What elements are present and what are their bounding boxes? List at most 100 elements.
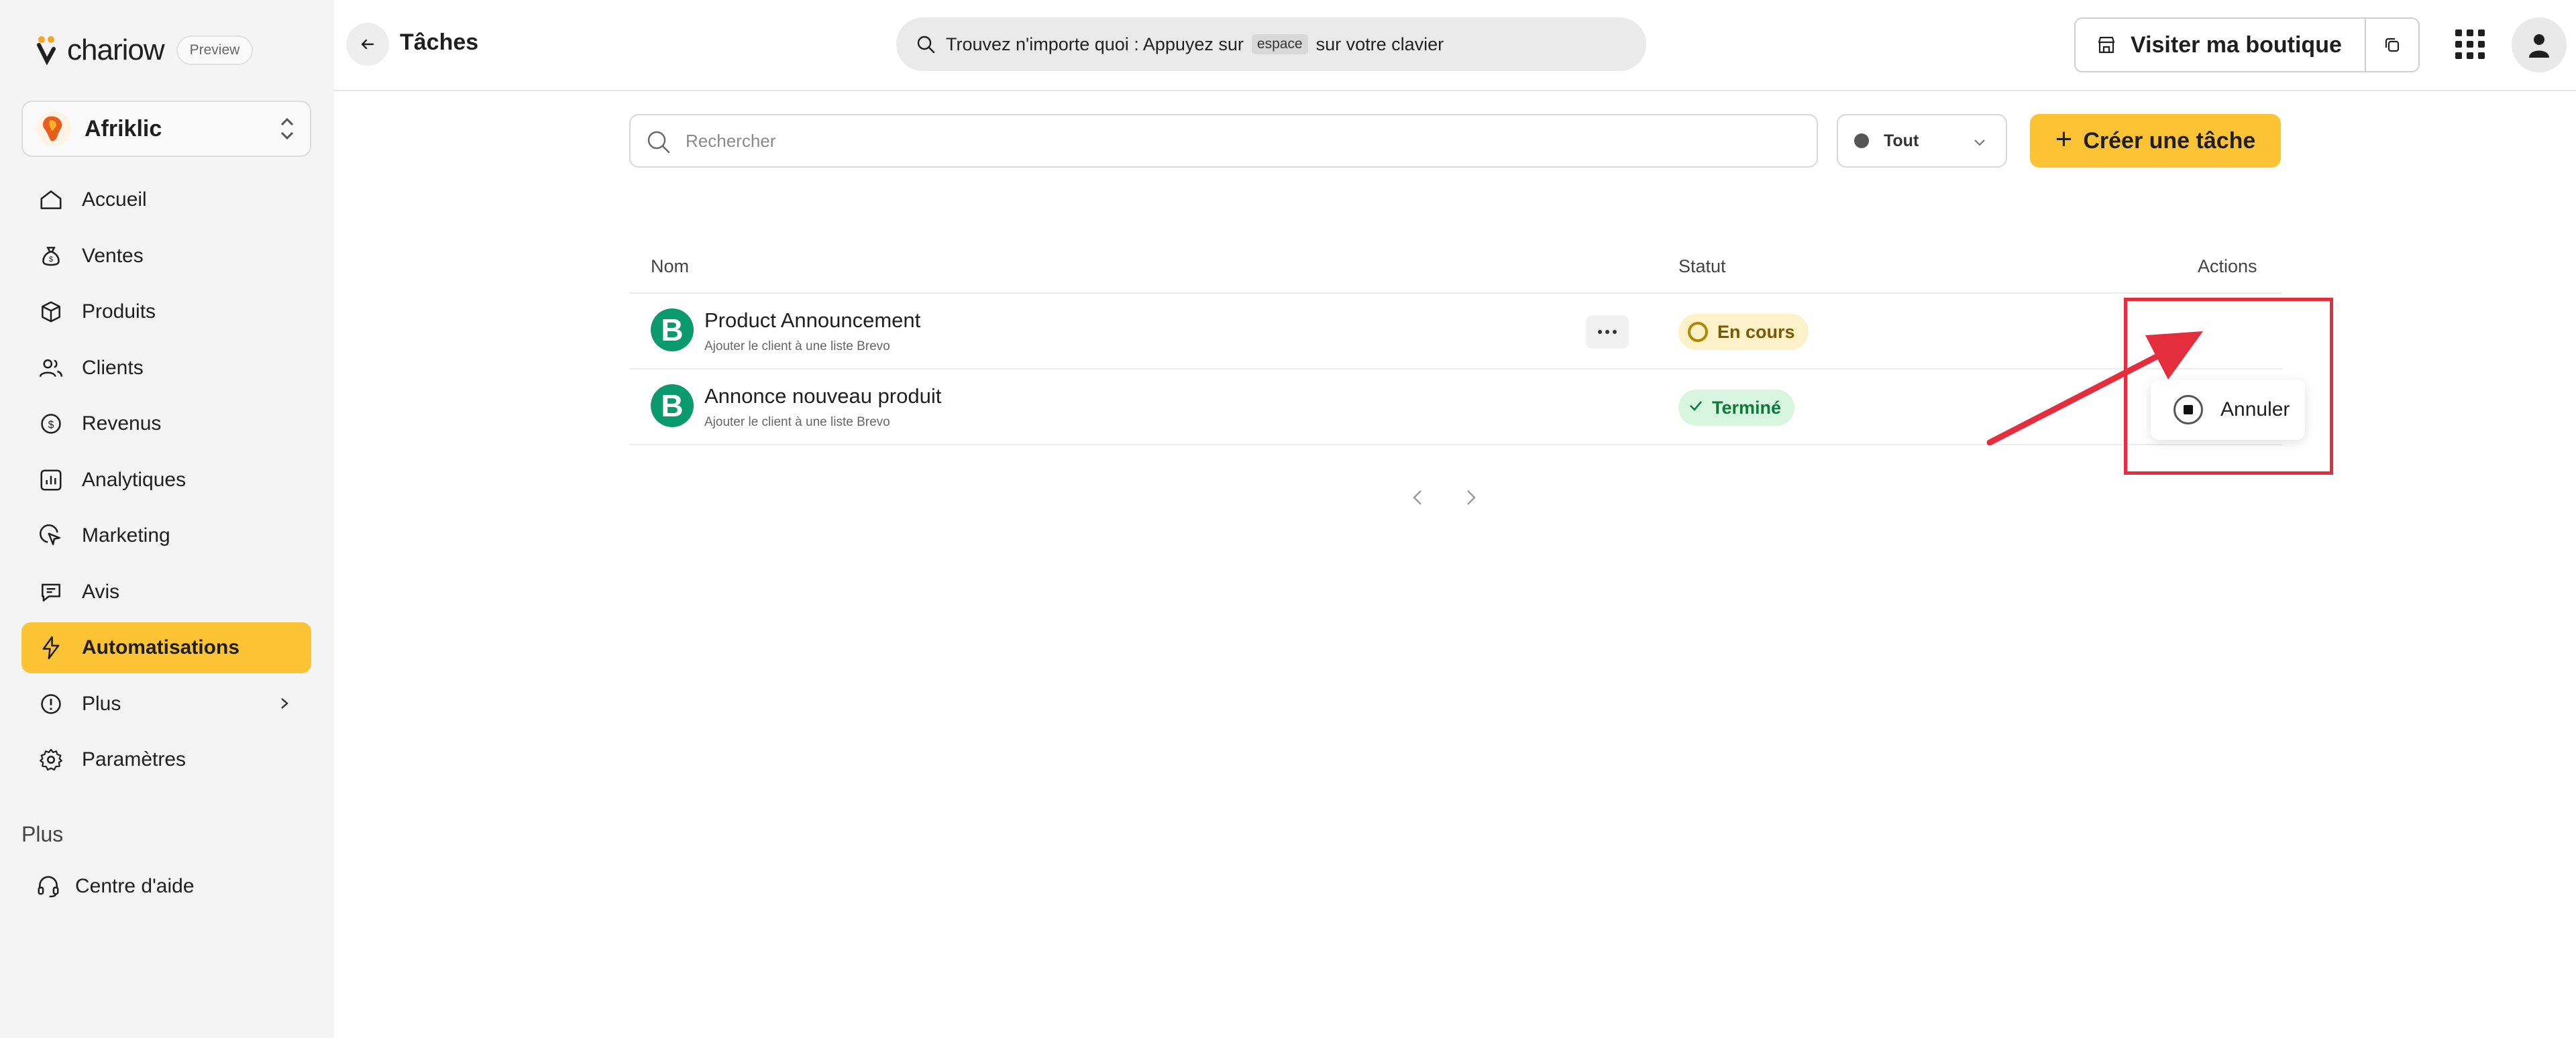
sidebar-item-label: Plus [82, 692, 121, 715]
create-task-button[interactable]: + Créer une tâche [2030, 114, 2281, 168]
money-bag-icon: $ [38, 243, 64, 270]
back-button[interactable] [346, 23, 389, 66]
sidebar-section-title: Plus [21, 822, 64, 846]
sidebar-item-label: Paramètres [82, 748, 186, 770]
sidebar-item-revenus[interactable]: $ Revenus [21, 398, 311, 449]
status-label: En cours [1717, 321, 1795, 342]
sidebar-item-help[interactable]: Centre d'aide [35, 873, 195, 900]
sidebar-item-accueil[interactable]: Accueil [21, 174, 311, 225]
sidebar-item-label: Marketing [82, 524, 170, 546]
sidebar-item-avis[interactable]: Avis [21, 567, 311, 618]
message-icon [38, 579, 64, 606]
chariow-logo-icon [36, 36, 63, 66]
copy-icon [2385, 38, 2399, 52]
sidebar-item-label: Accueil [82, 188, 147, 211]
user-icon [2529, 34, 2549, 58]
svg-text:$: $ [49, 255, 53, 263]
task-name: Annonce nouveau produit [704, 384, 942, 408]
column-header-status: Statut [1678, 256, 1726, 276]
sidebar-item-label: Avis [82, 580, 120, 603]
brand-name: chariow [67, 34, 165, 66]
sidebar-item-label: Produits [82, 300, 156, 323]
svg-text:$: $ [48, 419, 54, 430]
chevron-down-icon [1971, 134, 1988, 155]
arrow-left-icon [361, 39, 374, 50]
coin-icon: $ [38, 410, 64, 437]
previous-page-button[interactable] [1407, 484, 1428, 514]
status-badge: Terminé [1678, 390, 1795, 426]
sidebar-item-plus[interactable]: Plus [21, 679, 311, 730]
page-title: Tâches [400, 30, 479, 55]
store-name: Afriklic [85, 115, 162, 141]
help-label: Centre d'aide [75, 875, 195, 897]
sidebar-item-label: Analytiques [82, 468, 186, 491]
copy-link-button[interactable] [2366, 19, 2418, 71]
status-dot-icon [1854, 133, 1869, 148]
check-icon [1688, 398, 1704, 418]
global-search-prefix: Trouvez n'importe quoi : Appuyez sur [946, 34, 1244, 54]
users-icon [38, 355, 64, 382]
annotation-highlight-box [2124, 298, 2333, 475]
table-row[interactable]: B Annonce nouveau produit Ajouter le cli… [629, 369, 2282, 445]
global-search-suffix: sur votre clavier [1316, 34, 1444, 54]
search-icon [917, 36, 935, 54]
sidebar-item-ventes[interactable]: $ Ventes [21, 231, 311, 282]
pending-circle-icon [1688, 322, 1708, 342]
next-page-button[interactable] [1461, 484, 1481, 514]
sidebar-item-clients[interactable]: Clients [21, 343, 311, 394]
status-label: Terminé [1712, 397, 1782, 418]
tasks-table: Nom Statut Actions B Product Announcemen… [629, 240, 2282, 445]
headset-icon [35, 873, 62, 900]
sidebar-item-parametres[interactable]: Paramètres [21, 734, 311, 785]
keyboard-key-badge: espace [1251, 34, 1308, 54]
status-badge: En cours [1678, 314, 1809, 350]
chevron-right-icon [276, 693, 292, 719]
search-placeholder: Rechercher [686, 130, 776, 151]
task-name: Product Announcement [704, 308, 921, 332]
home-icon [38, 186, 64, 213]
sidebar-item-label: Clients [82, 356, 144, 379]
visit-store-label: Visiter ma boutique [2131, 32, 2342, 58]
preview-badge: Preview [176, 36, 254, 65]
sidebar-item-automatisations[interactable]: Automatisations [21, 622, 311, 673]
sidebar-nav: Accueil $ Ventes Produits Clients $ Reve… [21, 174, 311, 791]
brand-logo[interactable]: chariow Preview [36, 34, 254, 67]
sidebar-item-produits[interactable]: Produits [21, 286, 311, 337]
global-search-bar[interactable]: Trouvez n'importe quoi : Appuyez sur esp… [896, 17, 1646, 71]
lightning-icon [38, 634, 64, 661]
brevo-logo-icon: B [651, 308, 694, 351]
info-circle-icon [38, 691, 64, 717]
visit-store-group: Visiter ma boutique [2074, 17, 2420, 72]
store-selector[interactable]: Afriklic [21, 101, 311, 157]
search-icon [645, 129, 672, 160]
task-search-input[interactable]: Rechercher [629, 114, 1818, 168]
store-icon [2098, 36, 2115, 54]
top-bar: Tâches Trouvez n'importe quoi : Appuyez … [334, 0, 2576, 91]
visit-store-button[interactable]: Visiter ma boutique [2076, 19, 2366, 71]
user-avatar[interactable] [2512, 17, 2567, 72]
brevo-logo-icon: B [651, 384, 694, 427]
store-avatar [36, 111, 71, 146]
sidebar-item-marketing[interactable]: Marketing [21, 510, 311, 561]
sidebar-item-label: Automatisations [82, 636, 240, 658]
bar-chart-icon [38, 467, 64, 494]
sidebar-item-label: Ventes [82, 244, 144, 267]
box-icon [38, 298, 64, 325]
sidebar-item-analytiques[interactable]: Analytiques [21, 455, 311, 506]
status-filter-select[interactable]: Tout [1837, 114, 2007, 168]
task-description: Ajouter le client à une liste Brevo [704, 415, 890, 429]
task-description: Ajouter le client à une liste Brevo [704, 339, 890, 353]
column-header-name: Nom [651, 256, 690, 276]
status-filter-value: Tout [1884, 131, 1919, 150]
column-header-actions: Actions [2198, 256, 2257, 276]
create-task-label: Créer une tâche [2083, 127, 2256, 154]
sidebar: chariow Preview Afriklic Accueil $ Vente… [0, 0, 334, 1038]
gear-icon [38, 746, 64, 773]
table-header: Nom Statut Actions [629, 240, 2282, 294]
cursor-icon [38, 522, 64, 549]
apps-grid-icon[interactable] [2451, 25, 2489, 63]
sidebar-item-label: Revenus [82, 412, 162, 435]
table-row[interactable]: B Product Announcement Ajouter le client… [629, 294, 2282, 369]
row-actions-button[interactable] [1586, 315, 1629, 349]
plus-icon: + [2055, 123, 2073, 156]
